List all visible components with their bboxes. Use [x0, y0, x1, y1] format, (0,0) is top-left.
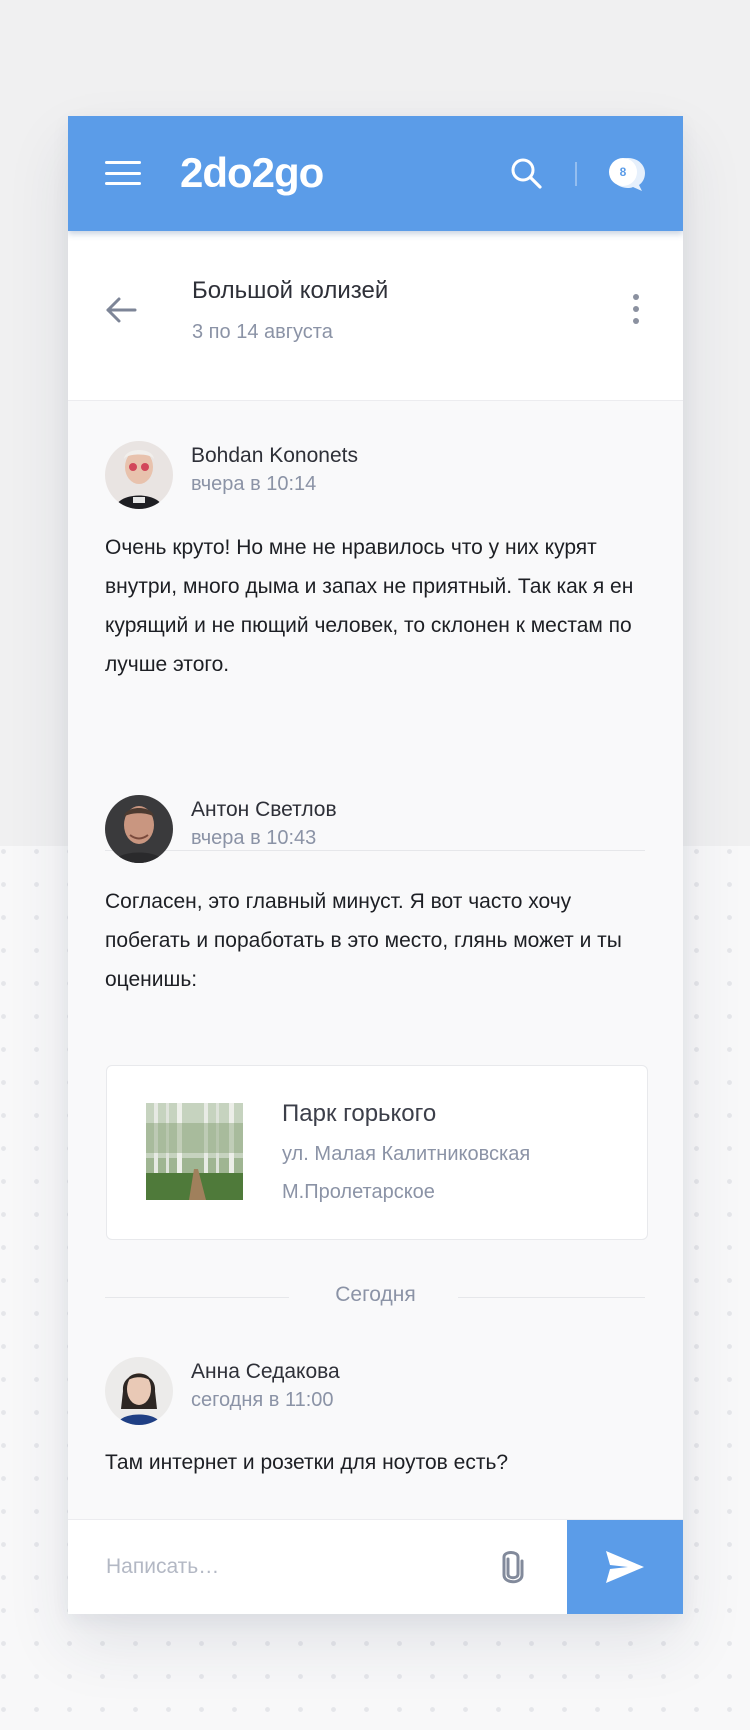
comment-text: Согласен, это главный минуст. Я вот част…	[105, 890, 622, 991]
paperclip-icon	[502, 1551, 524, 1584]
comment-time: вчера в 10:14	[191, 473, 317, 495]
app-bar: 2do2go 8	[68, 116, 683, 231]
day-divider-line-right	[458, 1297, 645, 1298]
day-divider-label: Сегодня	[335, 1283, 416, 1306]
more-options-button[interactable]	[628, 294, 644, 330]
comment-author[interactable]: Bohdan Kononets	[191, 444, 358, 468]
search-button[interactable]	[509, 156, 543, 190]
chat-unread-badge: 8	[619, 165, 627, 179]
message-input[interactable]	[106, 1546, 466, 1588]
comment-time: вчера в 10:43	[191, 827, 317, 849]
place-name: Парк горького	[282, 1100, 437, 1127]
more-vertical-icon	[628, 294, 644, 324]
event-title: Большой колизей	[192, 277, 389, 304]
place-metro: М.Пролетарское	[282, 1181, 435, 1203]
comment-author[interactable]: Антон Светлов	[191, 798, 337, 822]
comment-author[interactable]: Анна Седакова	[191, 1360, 340, 1384]
attach-button[interactable]	[495, 1549, 531, 1587]
place-card[interactable]: Парк горького ул. Малая Калитниковская М…	[106, 1065, 648, 1240]
comment-text: Там интернет и розетки для ноутов есть?	[105, 1451, 509, 1474]
app-screen: 2do2go 8 Большой колизей 3 по 14 августа	[68, 116, 683, 1614]
app-logo[interactable]: 2do2go	[180, 149, 324, 197]
avatar[interactable]	[105, 795, 173, 863]
back-button[interactable]	[104, 293, 138, 327]
comment-time: сегодня в 11:00	[191, 1389, 334, 1411]
place-photo	[146, 1103, 243, 1200]
search-icon	[511, 158, 542, 189]
comments-feed[interactable]: Bohdan Kononets вчера в 10:14 Очень крут…	[68, 401, 683, 1519]
comment-header: Bohdan Kononets вчера в 10:14	[105, 441, 645, 509]
menu-button[interactable]	[105, 161, 141, 187]
arrow-left-icon	[106, 297, 137, 323]
place-address: ул. Малая Калитниковская	[282, 1143, 531, 1165]
message-composer	[68, 1519, 683, 1614]
event-dates: 3 по 14 августа	[192, 321, 333, 343]
comment-text: Очень круто! Но мне не нравилось что у н…	[105, 536, 634, 676]
send-button[interactable]	[567, 1520, 683, 1614]
chat-button[interactable]: 8	[604, 152, 648, 194]
event-header: Большой колизей 3 по 14 августа	[68, 231, 683, 401]
app-bar-divider	[575, 162, 577, 186]
avatar[interactable]	[105, 441, 173, 509]
avatar[interactable]	[105, 1357, 173, 1425]
comment-header: Антон Светлов вчера в 10:43	[105, 795, 645, 863]
hamburger-menu-icon	[105, 161, 141, 185]
comment-header: Анна Седакова сегодня в 11:00	[105, 1357, 645, 1425]
send-icon	[606, 1551, 644, 1583]
